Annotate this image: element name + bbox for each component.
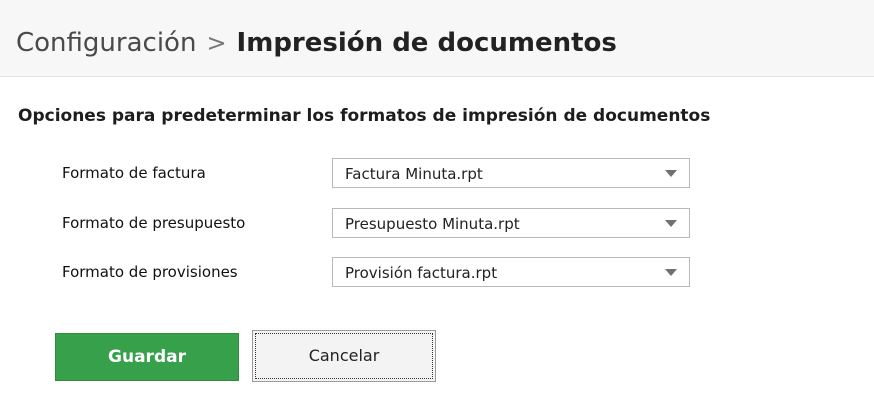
- provisions-format-value: Provisión factura.rpt: [345, 264, 498, 282]
- provisions-format-row: Formato de provisiones Provisión factura…: [62, 257, 702, 289]
- chevron-down-icon: [665, 220, 677, 227]
- provisions-format-select[interactable]: Provisión factura.rpt: [332, 257, 690, 287]
- budget-format-select[interactable]: Presupuesto Minuta.rpt: [332, 208, 690, 238]
- save-button[interactable]: Guardar: [55, 333, 239, 381]
- invoice-format-label: Formato de factura: [62, 164, 206, 182]
- chevron-down-icon: [665, 170, 677, 177]
- cancel-button[interactable]: Cancelar: [252, 330, 436, 382]
- breadcrumb-configuracion-link[interactable]: Configuración: [16, 28, 196, 58]
- budget-format-value: Presupuesto Minuta.rpt: [345, 215, 520, 233]
- provisions-format-label: Formato de provisiones: [62, 263, 238, 281]
- page-title: Impresión de documentos: [236, 28, 617, 58]
- invoice-format-value: Factura Minuta.rpt: [345, 165, 483, 183]
- print-settings-page: Configuración > Impresión de documentos Op…: [0, 0, 874, 396]
- breadcrumb-separator: >: [206, 29, 227, 57]
- invoice-format-select[interactable]: Factura Minuta.rpt: [332, 158, 690, 188]
- invoice-format-row: Formato de factura Factura Minuta.rpt: [62, 158, 702, 190]
- section-title: Opciones para predeterminar los formatos…: [18, 106, 711, 126]
- chevron-down-icon: [665, 269, 677, 276]
- page-header: Configuración > Impresión de documentos: [0, 0, 874, 77]
- budget-format-label: Formato de presupuesto: [62, 214, 246, 232]
- breadcrumb: Configuración > Impresión de documentos: [16, 26, 617, 60]
- budget-format-row: Formato de presupuesto Presupuesto Minut…: [62, 208, 702, 240]
